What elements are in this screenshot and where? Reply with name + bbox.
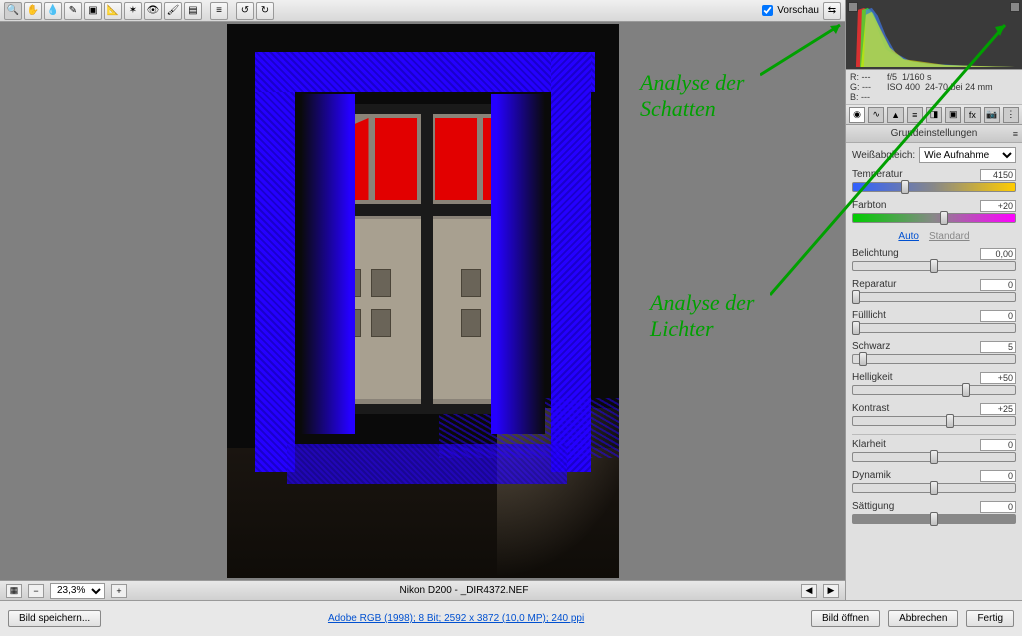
fuelllicht-slider[interactable]	[852, 323, 1016, 333]
side-panel: R: --- G: --- B: --- f/5 1/160 s ISO 400…	[845, 0, 1022, 600]
fullscreen-icon[interactable]: ⇆	[823, 2, 841, 20]
zoom-tool-icon[interactable]: 🔍	[4, 2, 22, 20]
temperatur-label: Temperatur	[852, 169, 903, 181]
saettigung-slider[interactable]	[852, 514, 1016, 524]
dynamik-label: Dynamik	[852, 470, 891, 482]
preview-label: Vorschau	[777, 5, 819, 16]
dynamik-slider[interactable]	[852, 483, 1016, 493]
temperatur-slider[interactable]	[852, 182, 1016, 192]
auto-link[interactable]: Auto	[898, 231, 919, 242]
farbton-slider[interactable]	[852, 213, 1016, 223]
cancel-button[interactable]: Abbrechen	[888, 610, 958, 627]
rgb-b: B: ---	[850, 92, 871, 102]
color-sampler-icon[interactable]: ✎	[64, 2, 82, 20]
redeye-tool-icon[interactable]: 👁	[144, 2, 162, 20]
lens-value: 24-70 bei 24 mm	[925, 82, 993, 92]
footer: Bild speichern... Adobe RGB (1998); 8 Bi…	[0, 600, 1022, 636]
wb-tool-icon[interactable]: 💧	[44, 2, 62, 20]
fuelllicht-value[interactable]: 0	[980, 310, 1016, 322]
belichtung-value[interactable]: 0,00	[980, 248, 1016, 260]
prev-image-icon[interactable]: ◀	[801, 584, 817, 598]
done-button[interactable]: Fertig	[966, 610, 1014, 627]
zoom-out-icon[interactable]: −	[28, 584, 44, 598]
shutter-value: 1/160 s	[902, 72, 932, 82]
adjust-brush-icon[interactable]: 🖌	[164, 2, 182, 20]
open-image-button[interactable]: Bild öffnen	[811, 610, 880, 627]
top-toolbar: 🔍 ✋ 💧 ✎ ▣ 📐 ✶ 👁 🖌 ▤ ≡ ↺ ↻ Vorschau ⇆	[0, 0, 845, 22]
tab-hsl-icon[interactable]: ≡	[907, 107, 923, 123]
prefs-icon[interactable]: ≡	[210, 2, 228, 20]
aperture-value: f/5	[887, 72, 897, 82]
standard-link: Standard	[929, 231, 970, 242]
klarheit-label: Klarheit	[852, 439, 886, 451]
highlight-clip-toggle[interactable]	[1010, 2, 1020, 12]
tab-camera-icon[interactable]: 📷	[984, 107, 1000, 123]
spot-tool-icon[interactable]: ✶	[124, 2, 142, 20]
tab-split-icon[interactable]: ◨	[926, 107, 942, 123]
dynamik-value[interactable]: 0	[980, 470, 1016, 482]
panel-title: Grundeinstellungen	[891, 128, 978, 139]
straighten-tool-icon[interactable]: 📐	[104, 2, 122, 20]
zoom-in-icon[interactable]: +	[111, 584, 127, 598]
hand-tool-icon[interactable]: ✋	[24, 2, 42, 20]
farbton-label: Farbton	[852, 200, 886, 212]
helligkeit-value[interactable]: +50	[980, 372, 1016, 384]
panel-tabs: ◉ ∿ ▲ ≡ ◨ ▣ fx 📷 ⋮	[846, 105, 1022, 125]
panel-menu-icon[interactable]: ≡	[1013, 129, 1018, 139]
reparatur-value[interactable]: 0	[980, 279, 1016, 291]
kontrast-slider[interactable]	[852, 416, 1016, 426]
histogram[interactable]	[846, 0, 1022, 70]
canvas-area[interactable]	[0, 22, 845, 580]
rgb-r: R: ---	[850, 72, 871, 82]
belichtung-slider[interactable]	[852, 261, 1016, 271]
kontrast-value[interactable]: +25	[980, 403, 1016, 415]
tab-fx-icon[interactable]: fx	[964, 107, 980, 123]
filmstrip-toggle-icon[interactable]: ▦	[6, 584, 22, 598]
schwarz-label: Schwarz	[852, 341, 890, 353]
schwarz-value[interactable]: 5	[980, 341, 1016, 353]
preview-checkbox[interactable]	[762, 5, 773, 16]
tab-detail-icon[interactable]: ▲	[887, 107, 903, 123]
belichtung-label: Belichtung	[852, 248, 899, 260]
preview-image	[227, 24, 619, 578]
tab-basic-icon[interactable]: ◉	[849, 107, 865, 123]
farbton-value[interactable]: +20	[980, 200, 1016, 212]
save-image-button[interactable]: Bild speichern...	[8, 610, 101, 627]
reparatur-slider[interactable]	[852, 292, 1016, 302]
tab-presets-icon[interactable]: ⋮	[1003, 107, 1019, 123]
klarheit-slider[interactable]	[852, 452, 1016, 462]
iso-value: ISO 400	[887, 82, 920, 92]
rgb-g: G: ---	[850, 82, 871, 92]
saettigung-label: Sättigung	[852, 501, 894, 513]
rotate-ccw-icon[interactable]: ↺	[236, 2, 254, 20]
next-image-icon[interactable]: ▶	[823, 584, 839, 598]
shadow-clip-toggle[interactable]	[848, 2, 858, 12]
highlight-clip-warning	[375, 118, 417, 200]
saettigung-value[interactable]: 0	[980, 501, 1016, 513]
klarheit-value[interactable]: 0	[980, 439, 1016, 451]
rotate-cw-icon[interactable]: ↻	[256, 2, 274, 20]
wb-label: Weißabgleich:	[852, 150, 915, 161]
workflow-link[interactable]: Adobe RGB (1998); 8 Bit; 2592 x 3872 (10…	[328, 613, 584, 624]
helligkeit-slider[interactable]	[852, 385, 1016, 395]
crop-tool-icon[interactable]: ▣	[84, 2, 102, 20]
filename-label: Nikon D200 - _DIR4372.NEF	[133, 585, 795, 596]
highlight-clip-warning	[435, 118, 477, 200]
tab-lens-icon[interactable]: ▣	[945, 107, 961, 123]
kontrast-label: Kontrast	[852, 403, 889, 415]
helligkeit-label: Helligkeit	[852, 372, 893, 384]
zoom-select[interactable]: 23,3%	[50, 583, 105, 599]
temperatur-value[interactable]: 4150	[980, 169, 1016, 181]
grad-filter-icon[interactable]: ▤	[184, 2, 202, 20]
tab-curve-icon[interactable]: ∿	[868, 107, 884, 123]
wb-select[interactable]: Wie Aufnahme	[919, 147, 1016, 163]
exif-info: R: --- G: --- B: --- f/5 1/160 s ISO 400…	[846, 70, 1022, 105]
panel-header: Grundeinstellungen ≡	[846, 125, 1022, 143]
schwarz-slider[interactable]	[852, 354, 1016, 364]
status-bar: ▦ − 23,3% + Nikon D200 - _DIR4372.NEF ◀ …	[0, 580, 845, 600]
